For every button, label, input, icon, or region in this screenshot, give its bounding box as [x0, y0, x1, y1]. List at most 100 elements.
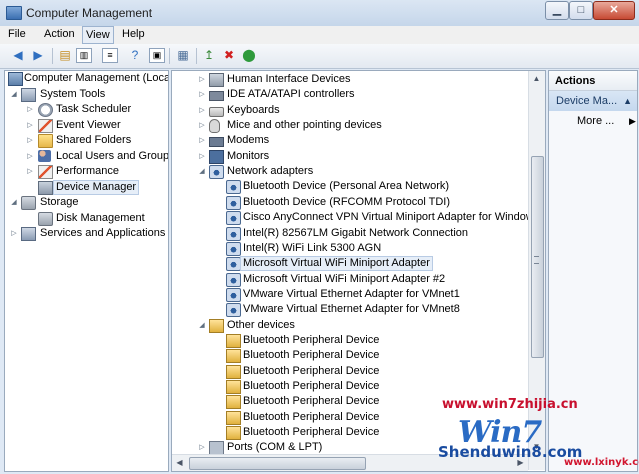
more-actions-label: More ... [577, 115, 615, 127]
collapse-arrow-icon[interactable]: ▷ [198, 118, 206, 133]
collapse-arrow-icon[interactable]: ▷ [10, 226, 18, 241]
properties-icon[interactable]: ≡ [102, 48, 118, 63]
update-driver-icon[interactable]: ↥ [201, 48, 217, 63]
device-tree-item-label: VMware Virtual Ethernet Adapter for VMne… [243, 287, 460, 300]
warning-device-icon [226, 349, 241, 364]
uninstall-device-icon[interactable]: ✖ [221, 48, 237, 63]
collapse-caret-icon[interactable]: ▲ [623, 91, 632, 111]
collapse-arrow-icon[interactable]: ▷ [26, 164, 34, 179]
device-tree-item-label: Modems [227, 134, 270, 147]
device-tree-item-label: Intel(R) WiFi Link 5300 AGN [243, 241, 382, 254]
collapse-arrow-icon[interactable]: ▷ [198, 72, 206, 87]
collapse-arrow-icon[interactable]: ▷ [198, 133, 206, 148]
storage-icon [21, 196, 36, 210]
collapse-arrow-icon[interactable]: ▷ [198, 149, 206, 164]
scroll-up-arrow-icon[interactable]: ▲ [529, 71, 544, 86]
device-tree-item-label: IDE ATA/ATAPI controllers [227, 88, 355, 101]
expand-arrow-icon[interactable]: ◢ [198, 318, 206, 333]
disk-icon [38, 212, 53, 226]
up-folder-icon[interactable]: ▤ [57, 48, 73, 63]
collapse-arrow-icon[interactable]: ▷ [26, 118, 34, 133]
tools-icon [21, 88, 36, 102]
maximize-button[interactable]: □ [569, 1, 593, 20]
title-bar: Computer Management ▁ □ ✕ [0, 0, 639, 27]
network-adapter-icon [226, 257, 241, 272]
warning-device-icon [226, 380, 241, 394]
device-tree-item-label: Intel(R) 82567LM Gigabit Network Connect… [243, 226, 469, 239]
toolbar-divider [52, 48, 53, 64]
network-adapter-icon [226, 287, 241, 302]
ide-icon [209, 91, 224, 102]
device-tree-item-label: Network adapters [227, 165, 314, 178]
menu-help[interactable]: Help [122, 28, 145, 40]
help-icon[interactable]: ? [127, 48, 143, 63]
toolbar-divider [196, 48, 197, 64]
menu-view[interactable]: View [82, 26, 114, 44]
watermark-url: www.win7zhijia.cn [442, 397, 578, 412]
scroll-left-arrow-icon[interactable]: ◀ [172, 455, 187, 470]
minimize-button[interactable]: ▁ [545, 1, 569, 20]
device-tree-item-label: Bluetooth Device (RFCOMM Protocol TDI) [243, 195, 451, 208]
view-pane-icon[interactable]: ▣ [149, 48, 165, 63]
other-devices-icon [209, 318, 224, 333]
collapse-arrow-icon[interactable]: ▷ [198, 87, 206, 102]
services-icon [21, 227, 36, 241]
actions-header: Actions [549, 71, 637, 91]
hid-icon [209, 73, 224, 87]
watermark-brand: Shenduwin8.com [438, 443, 583, 461]
toolbar: ◀ ▶ ▤ ▥ ≡ ? ▣ ▦ ↥ ✖ ⬤ [0, 44, 639, 69]
performance-icon [38, 165, 53, 179]
collapse-arrow-icon[interactable]: ▷ [26, 149, 34, 164]
forward-arrow-icon[interactable]: ▶ [30, 48, 46, 63]
device-tree-item-label: Microsoft Virtual WiFi Miniport Adapter [240, 256, 433, 272]
expand-arrow-icon[interactable]: ◢ [198, 164, 206, 179]
network-adapter-icon [226, 180, 241, 195]
clock-icon [38, 103, 53, 117]
network-adapter-icon [226, 303, 241, 318]
collapse-arrow-icon[interactable]: ▷ [198, 103, 206, 118]
network-adapter-icon [226, 226, 241, 241]
expand-arrow-icon[interactable]: ◢ [10, 195, 18, 210]
mouse-icon [209, 119, 220, 134]
menu-bar: File Action View Help [0, 26, 639, 44]
warning-device-icon [226, 364, 241, 379]
modem-icon [209, 137, 224, 148]
back-arrow-icon[interactable]: ◀ [10, 48, 26, 63]
network-adapter-icon [226, 195, 241, 210]
users-icon [38, 150, 51, 162]
device-tree-item-label: Bluetooth Peripheral Device [243, 395, 380, 408]
network-adapter-icon [226, 241, 241, 256]
more-actions-link[interactable]: More ... ▶ [577, 115, 636, 127]
menu-file[interactable]: File [8, 28, 26, 40]
device-tree-item-label: Microsoft Virtual WiFi Miniport Adapter … [243, 272, 446, 285]
device-tree-item-label: Keyboards [227, 103, 280, 116]
device-tree-item-label: Cisco AnyConnect VPN Virtual Miniport Ad… [243, 211, 540, 224]
horizontal-scroll-thumb[interactable] [189, 457, 366, 470]
collapse-arrow-icon[interactable]: ▷ [26, 133, 34, 148]
network-icon [209, 165, 224, 180]
menu-action[interactable]: Action [44, 28, 75, 40]
scan-hardware-icon[interactable]: ▦ [175, 48, 191, 63]
scroll-grip-icon [534, 256, 539, 264]
close-button[interactable]: ✕ [593, 1, 635, 20]
keyboard-icon [209, 106, 224, 117]
expand-arrow-icon[interactable]: ◢ [10, 87, 18, 102]
actions-section-label: Device Ma... [556, 95, 618, 107]
device-tree-item-label: Bluetooth Peripheral Device [243, 426, 380, 439]
actions-device-manager-section[interactable]: Device Ma... ▲ [549, 91, 637, 111]
show-hide-tree-icon[interactable]: ▥ [76, 48, 92, 63]
submenu-arrow-icon: ▶ [629, 116, 636, 126]
monitor-icon [209, 149, 224, 164]
device-tree-item-label: Bluetooth Peripheral Device [243, 380, 380, 392]
device-tree-item-label: Other devices [227, 318, 295, 331]
device-manager-icon [38, 181, 53, 195]
network-adapter-icon [226, 272, 241, 287]
device-tree-item-label: Bluetooth Peripheral Device [243, 349, 380, 362]
warning-device-icon [226, 395, 241, 410]
warning-device-icon [226, 426, 241, 441]
collapse-arrow-icon[interactable]: ▷ [26, 102, 34, 117]
navigation-tree: Computer Management (Local) ◢ System Too… [4, 70, 169, 472]
enable-device-icon[interactable]: ⬤ [241, 48, 257, 63]
computer-management-icon [6, 6, 22, 20]
device-tree-item-label: Bluetooth Device (Personal Area Network) [243, 180, 450, 193]
